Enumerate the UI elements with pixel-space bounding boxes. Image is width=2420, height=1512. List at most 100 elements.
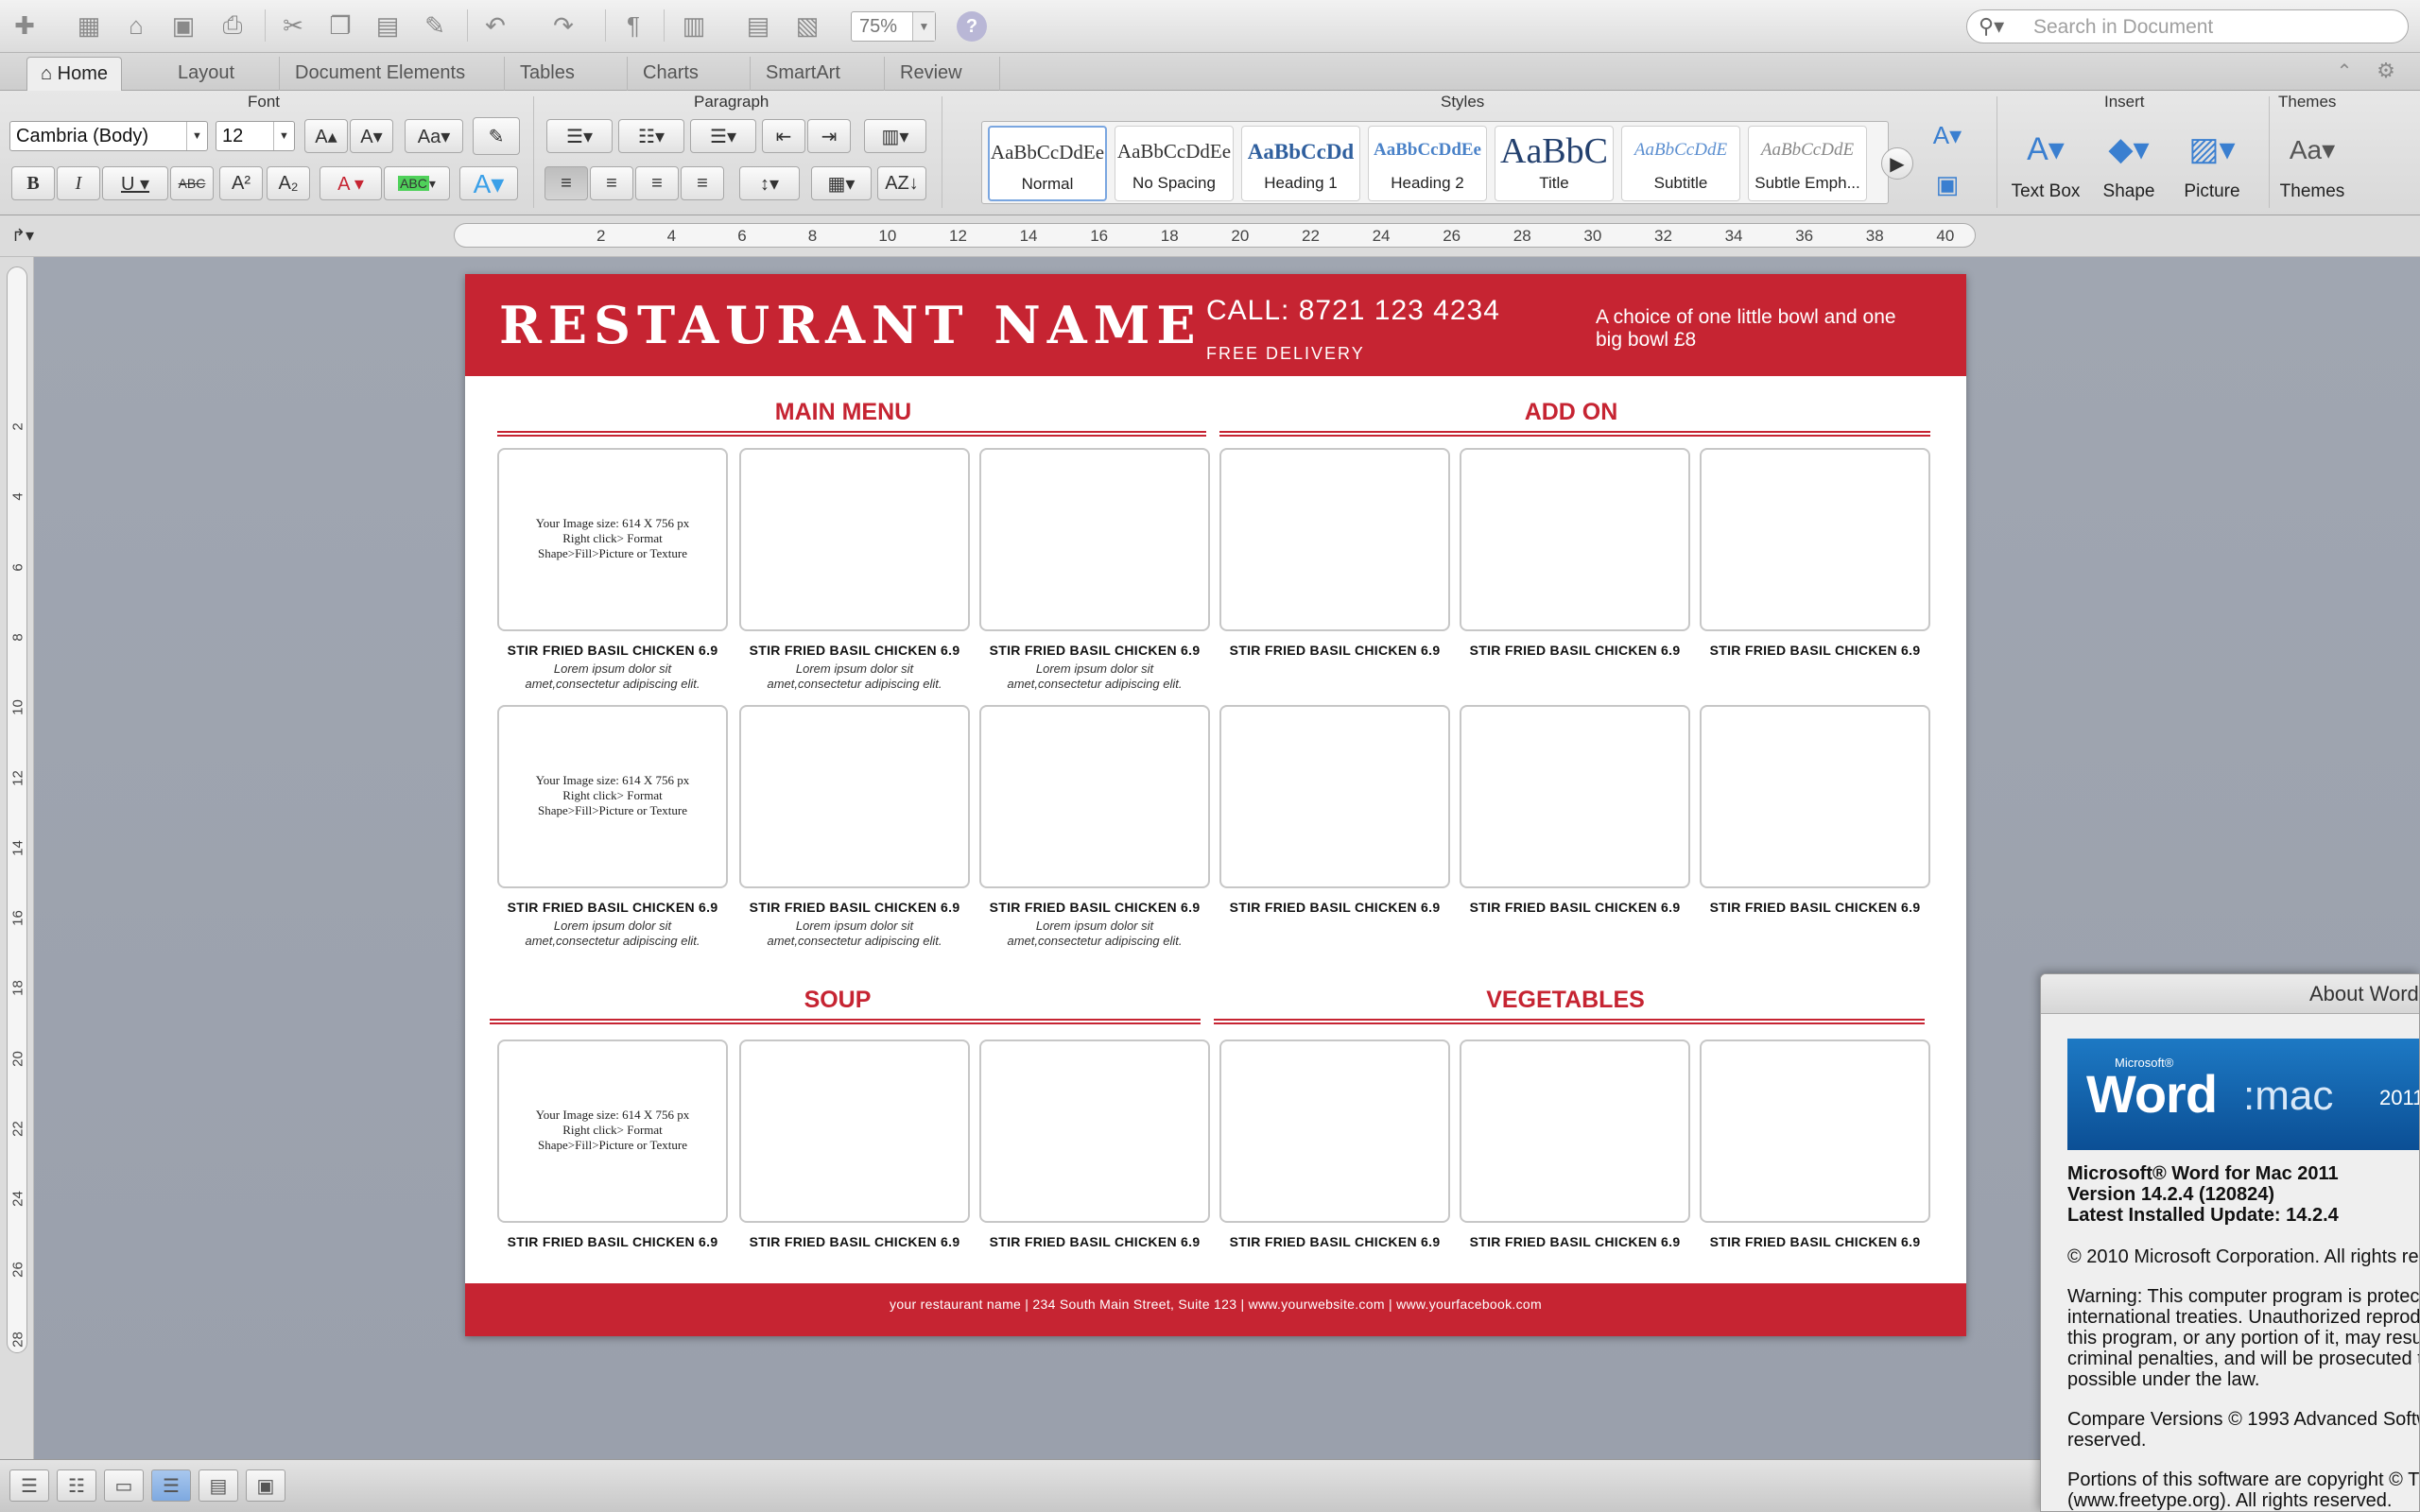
tab-stop-icon[interactable]: ↱▾ [4,217,42,253]
align-left-button[interactable]: ≡ [544,166,588,200]
menu-item-image-placeholder[interactable]: Your Image size: 614 X 756 px Right click… [497,1040,728,1223]
full-screen-button[interactable]: ▣ [246,1469,285,1502]
outline-view-button[interactable]: ☷ [57,1469,96,1502]
tab-home[interactable]: ⌂ Home [26,57,123,91]
tab-review[interactable]: Review [887,57,1000,91]
sidebar-icon[interactable]: ▥ [675,8,713,43]
collapse-ribbon-icon[interactable]: ⌃ [2325,53,2363,89]
grow-font-button[interactable]: A▴ [304,119,348,153]
style-normal[interactable]: AaBbCcDdEe Normal [988,126,1107,201]
format-painter-icon[interactable]: ✎ [416,8,454,43]
style-subtle-emphasis[interactable]: AaBbCcDdE Subtle Emph... [1748,126,1867,201]
show-formatting-icon[interactable]: ¶ [614,8,652,43]
style-heading-2[interactable]: AaBbCcDdEe Heading 2 [1368,126,1487,201]
menu-item-image-placeholder[interactable] [979,448,1210,631]
style-subtitle[interactable]: AaBbCcDdE Subtitle [1621,126,1740,201]
align-right-button[interactable]: ≡ [635,166,679,200]
line-spacing-button[interactable]: ↕▾ [739,166,800,200]
save-icon[interactable]: ▣ [164,8,202,43]
numbering-button[interactable]: ☷▾ [618,119,684,153]
horizontal-ruler[interactable]: ↱▾ 2 4 6 8 10 12 14 16 18 20 22 24 26 28 30 32 34 36 38 40 [0,215,2420,257]
borders-button[interactable]: ▦▾ [811,166,872,200]
italic-button[interactable]: I [57,166,100,200]
templates-icon[interactable]: ▦ [70,8,108,43]
clear-formatting-button[interactable]: ✎ [473,117,520,155]
tab-tables[interactable]: Tables [507,57,628,91]
draft-view-button[interactable]: ☰ [9,1469,49,1502]
document-page[interactable]: RESTAURANT NAME CALL: 8721 123 4234 FREE… [465,274,1966,1336]
open-icon[interactable]: ⌂ [117,8,155,43]
menu-item-image-placeholder[interactable] [1460,705,1690,888]
style-heading-1[interactable]: AaBbCcDd Heading 1 [1241,126,1360,201]
menu-item-image-placeholder[interactable] [1460,448,1690,631]
menu-item-image-placeholder[interactable] [1700,448,1930,631]
print-layout-button[interactable]: ☰ [151,1469,191,1502]
menu-item-image-placeholder[interactable] [979,1040,1210,1223]
columns-button[interactable]: ▥▾ [864,119,926,153]
tab-smartart[interactable]: SmartArt [752,57,885,91]
menu-item-image-placeholder[interactable] [739,705,970,888]
themes-button[interactable]: Aa▾ Themes [2267,125,2358,202]
insert-picture-button[interactable]: ▨▾ Picture [2169,125,2256,202]
vertical-ruler[interactable]: 2 4 6 8 10 12 14 16 18 20 22 24 26 28 [0,257,34,1459]
ruler-mark: 12 [949,227,967,245]
menu-item-image-placeholder[interactable] [1700,705,1930,888]
multilevel-list-button[interactable]: ☰▾ [690,119,756,153]
styles-next-button[interactable]: ▶ [1881,147,1913,180]
decrease-indent-button[interactable]: ⇤ [762,119,805,153]
publishing-view-button[interactable]: ▭ [104,1469,144,1502]
font-color-button[interactable]: A ▾ [320,166,382,200]
justify-button[interactable]: ≡ [681,166,724,200]
bold-button[interactable]: B [11,166,55,200]
menu-item-image-placeholder[interactable] [1219,705,1450,888]
menu-item-image-placeholder[interactable] [1460,1040,1690,1223]
text-styles-icon[interactable]: A▾ [1928,117,1966,153]
menu-item-image-placeholder[interactable] [739,1040,970,1223]
menu-item-image-placeholder[interactable]: Your Image size: 614 X 756 px Right click… [497,448,728,631]
zoom-select[interactable]: 75% ▼ [851,11,936,42]
styles-pane-icon[interactable]: ▣ [1928,166,1966,202]
shrink-font-button[interactable]: A▾ [350,119,393,153]
change-case-button[interactable]: Aa▾ [405,119,463,153]
bullets-button[interactable]: ☰▾ [546,119,613,153]
superscript-button[interactable]: A² [219,166,263,200]
help-button[interactable]: ? [957,11,987,42]
menu-item-image-placeholder[interactable] [1700,1040,1930,1223]
menu-item-image-placeholder[interactable] [1219,1040,1450,1223]
cut-icon[interactable]: ✂ [274,8,312,43]
underline-button[interactable]: U ▾ [102,166,168,200]
print-icon[interactable]: ⎙ [214,8,251,43]
menu-item-image-placeholder[interactable] [1219,448,1450,631]
warning-line: criminal penalties, and will be prosecut… [2067,1349,2419,1369]
about-word-dialog[interactable]: About Word Microsoft® Word :mac 2011 Mic… [2040,973,2420,1512]
tab-layout[interactable]: Layout [164,57,280,91]
new-document-icon[interactable]: ✚ [6,8,43,43]
toolbox-icon[interactable]: ▧ [788,8,826,43]
media-browser-icon[interactable]: ▤ [739,8,777,43]
tab-charts[interactable]: Charts [630,57,751,91]
align-center-button[interactable]: ≡ [590,166,633,200]
font-size-select[interactable]: 12 ▼ [216,121,295,151]
search-input[interactable]: ⚲▾ Search in Document [1966,9,2409,43]
sort-button[interactable]: AZ↓ [877,166,926,200]
subscript-button[interactable]: A₂ [267,166,310,200]
increase-indent-button[interactable]: ⇥ [807,119,851,153]
notebook-view-button[interactable]: ▤ [199,1469,238,1502]
insert-shape-button[interactable]: ◆▾ Shape [2085,125,2172,202]
menu-item-image-placeholder[interactable] [979,705,1210,888]
paste-icon[interactable]: ▤ [369,8,406,43]
redo-icon[interactable]: ↷ [544,8,582,43]
strikethrough-button[interactable]: ABC [170,166,214,200]
style-no-spacing[interactable]: AaBbCcDdEe No Spacing [1115,126,1234,201]
undo-icon[interactable]: ↶ [476,8,514,43]
insert-text-box-button[interactable]: A▾ Text Box [2002,125,2089,202]
gear-icon[interactable]: ⚙ [2367,53,2405,89]
font-name-select[interactable]: Cambria (Body) ▼ [9,121,208,151]
menu-item-image-placeholder[interactable]: Your Image size: 614 X 756 px Right click… [497,705,728,888]
copy-icon[interactable]: ❐ [321,8,359,43]
tab-document-elements[interactable]: Document Elements [282,57,505,91]
menu-item-image-placeholder[interactable] [739,448,970,631]
style-title[interactable]: AaBbC Title [1495,126,1614,201]
text-effects-button[interactable]: A▾ [459,166,518,200]
highlight-button[interactable]: ABC ▾ [384,166,450,200]
